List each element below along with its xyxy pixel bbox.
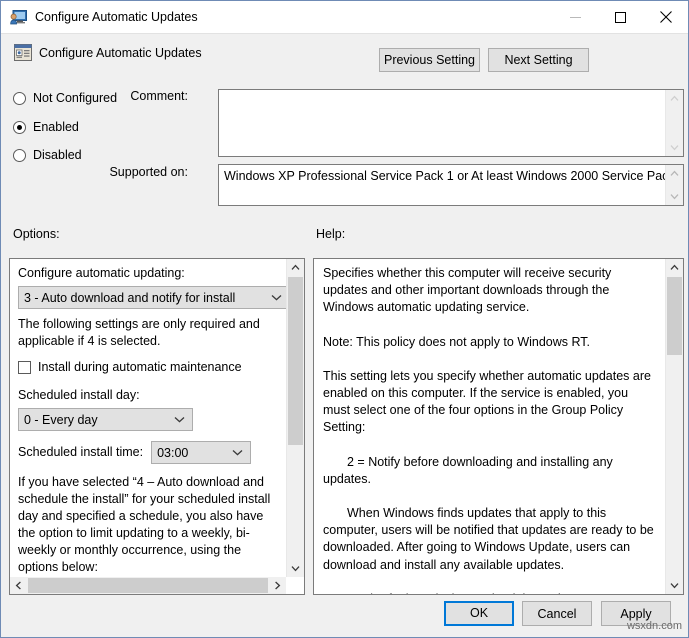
chevron-up-icon[interactable]	[666, 259, 683, 276]
chevron-down-icon[interactable]	[666, 188, 683, 205]
maximize-icon[interactable]	[598, 1, 643, 33]
watermark: wsxdn.com	[626, 620, 682, 632]
chevron-down-icon[interactable]	[666, 577, 683, 594]
radio-mark-enabled	[13, 120, 26, 134]
chevron-left-icon[interactable]	[10, 577, 27, 594]
install-during-maintenance-label: Install during automatic maintenance	[38, 360, 242, 374]
help-paragraph: 2 = Notify before downloading and instal…	[323, 454, 613, 486]
monitor-user-icon	[10, 9, 27, 25]
help-panel: Specifies whether this computer will rec…	[313, 258, 684, 595]
header-title: Configure Automatic Updates	[39, 46, 202, 60]
options-hscrollbar-thumb[interactable]	[28, 578, 268, 593]
chevron-right-icon[interactable]	[269, 577, 286, 594]
supported-on-field[interactable]: Windows XP Professional Service Pack 1 o…	[218, 164, 684, 206]
configure-updating-value: 3 - Auto download and notify for install	[24, 290, 236, 305]
cancel-button[interactable]: Cancel	[522, 601, 592, 626]
applicable-note-line1: The following settings are only required…	[18, 317, 260, 331]
scheduled-install-day-label: Scheduled install day:	[18, 388, 140, 402]
help-scrollbar-thumb[interactable]	[667, 277, 682, 355]
chevron-down-icon	[174, 409, 185, 430]
chevron-up-icon[interactable]	[287, 259, 304, 276]
next-setting-button[interactable]: Next Setting	[488, 48, 589, 72]
scheduled-install-time-dropdown[interactable]: 03:00	[151, 441, 252, 464]
chevron-down-icon[interactable]	[666, 139, 683, 156]
chevron-down-icon	[232, 442, 243, 463]
radio-label-enabled: Enabled	[33, 120, 79, 134]
options-horizontal-scrollbar[interactable]	[10, 577, 286, 594]
chevron-up-icon[interactable]	[666, 90, 683, 107]
radio-mark-disabled	[13, 148, 26, 162]
close-icon[interactable]	[643, 1, 688, 33]
checkbox-mark-maintenance	[18, 361, 31, 374]
options-scrollbar-thumb[interactable]	[288, 277, 303, 445]
policy-setting-icon	[14, 44, 32, 61]
scheduled-install-time-value: 03:00	[157, 445, 189, 460]
configure-updating-dropdown[interactable]: 3 - Auto download and notify for install	[18, 286, 286, 309]
comment-label: Comment:	[130, 89, 188, 103]
help-paragraph: Specifies whether this computer will rec…	[323, 266, 612, 315]
help-content: Specifies whether this computer will rec…	[314, 259, 665, 594]
radio-disabled[interactable]: Disabled	[13, 148, 82, 162]
comment-value	[219, 90, 683, 93]
supported-on-label: Supported on:	[109, 165, 188, 179]
chevron-down-icon[interactable]	[287, 560, 304, 577]
help-paragraph: This setting lets you specify whether au…	[323, 368, 651, 435]
title-bar: Configure Automatic Updates	[1, 1, 688, 33]
help-paragraph: Note: This policy does not apply to Wind…	[323, 334, 591, 349]
options-panel: Configure automatic updating: 3 - Auto d…	[9, 258, 305, 595]
configure-automatic-updates-dialog: Configure Automatic Updates Configure Au…	[0, 0, 689, 638]
scheduled-install-time-label: Scheduled install time:	[18, 445, 144, 459]
options-content: Configure automatic updating: 3 - Auto d…	[10, 259, 286, 594]
supported-on-value: Windows XP Professional Service Pack 1 o…	[224, 169, 684, 183]
scheduled-install-day-value: 0 - Every day	[24, 412, 98, 427]
help-paragraph: 3 = (Default setting) Download the updat…	[323, 591, 656, 594]
schedule-limit-note: If you have selected “4 – Auto download …	[18, 475, 271, 574]
comment-scrollbar[interactable]	[665, 90, 683, 156]
supported-on-scrollbar[interactable]	[665, 165, 683, 205]
options-vertical-scrollbar[interactable]	[286, 259, 304, 577]
chevron-up-icon[interactable]	[666, 165, 683, 182]
minimize-icon[interactable]	[553, 1, 598, 33]
chevron-down-icon	[271, 287, 282, 308]
applicable-note-line2: applicable if 4 is selected.	[18, 334, 161, 348]
window-controls	[553, 1, 688, 33]
help-vertical-scrollbar[interactable]	[665, 259, 683, 594]
install-during-maintenance-checkbox[interactable]: Install during automatic maintenance	[18, 359, 278, 376]
help-section-label: Help:	[316, 227, 346, 241]
window-title: Configure Automatic Updates	[35, 10, 198, 24]
radio-label-disabled: Disabled	[33, 148, 82, 162]
previous-setting-button[interactable]: Previous Setting	[379, 48, 480, 72]
help-paragraph: When Windows finds updates that apply to…	[323, 506, 654, 572]
radio-mark-not-configured	[13, 91, 26, 105]
scheduled-install-day-dropdown[interactable]: 0 - Every day	[18, 408, 193, 431]
ok-button[interactable]: OK	[444, 601, 514, 626]
configure-updating-label: Configure automatic updating:	[18, 266, 185, 280]
comment-input[interactable]	[218, 89, 684, 157]
radio-enabled[interactable]: Enabled	[13, 120, 79, 134]
options-section-label: Options:	[13, 227, 60, 241]
